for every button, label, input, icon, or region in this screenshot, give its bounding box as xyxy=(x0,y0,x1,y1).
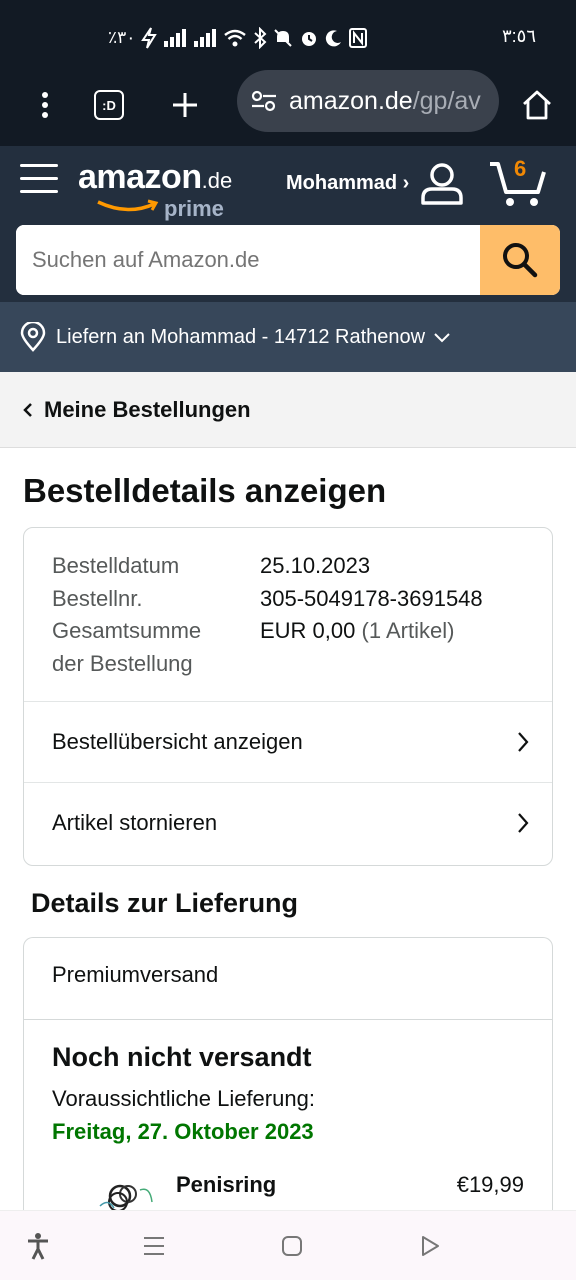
info-value: EUR 0,00 xyxy=(260,618,356,643)
back-icon[interactable] xyxy=(410,1229,450,1263)
delivery-card: Premiumversand Noch nicht versandt Vorau… xyxy=(23,937,553,1257)
amazon-logo[interactable]: amazon.de prime xyxy=(78,158,248,222)
recent-apps-icon[interactable] xyxy=(134,1229,174,1263)
location-pin-icon xyxy=(20,322,46,352)
bluetooth-icon xyxy=(254,27,267,49)
mute-icon xyxy=(274,29,293,47)
home-button-icon[interactable] xyxy=(272,1229,312,1263)
search-icon xyxy=(503,243,538,278)
deliver-to-bar[interactable]: Liefern an Mohammad - 14712 Rathenow xyxy=(0,302,576,372)
nfc-icon xyxy=(349,28,368,48)
signal-icon-2 xyxy=(194,29,217,47)
logo-tld: .de xyxy=(201,168,233,193)
order-info-card: Bestelldatum 25.10.2023 Bestellnr. 305-5… xyxy=(23,527,553,866)
amazon-header: amazon.de prime Mohammad › 6 xyxy=(0,146,576,302)
plus-icon[interactable] xyxy=(160,80,210,130)
tune-icon[interactable] xyxy=(251,90,277,112)
charging-icon xyxy=(141,27,158,49)
info-key: Bestelldatum xyxy=(52,553,180,578)
signal-icon xyxy=(164,29,187,47)
product-name[interactable]: Penisring xyxy=(176,1172,276,1198)
delivery-section-title: Details zur Lieferung xyxy=(31,888,299,918)
info-key: der Bestellung xyxy=(52,650,193,676)
logo-word: amazon xyxy=(78,158,202,196)
link-label: Artikel stornieren xyxy=(52,810,218,835)
link-label: Bestellübersicht anzeigen xyxy=(52,729,303,754)
chevron-right-icon xyxy=(518,813,529,833)
order-info-grid: Bestelldatum 25.10.2023 Bestellnr. 305-5… xyxy=(52,550,483,680)
clock: ٣:٥٦ xyxy=(501,26,536,46)
divider xyxy=(24,1019,552,1020)
user-icon[interactable] xyxy=(420,162,464,206)
info-value-wrap: EUR 0,00 (1 Artikel) xyxy=(260,615,454,648)
info-key: Bestellnr. xyxy=(52,585,143,611)
moon-icon xyxy=(326,30,342,47)
search-input[interactable] xyxy=(16,225,480,295)
info-row: der Bestellung xyxy=(52,648,483,681)
home-icon[interactable] xyxy=(512,80,562,130)
address-bar[interactable]: amazon.de/gp/av xyxy=(237,70,499,132)
chevron-right-icon xyxy=(518,732,529,752)
info-row: Bestelldatum 25.10.2023 xyxy=(52,550,483,583)
info-value: 25.10.2023 xyxy=(260,553,371,578)
logo-prime: prime xyxy=(164,196,224,221)
search-button[interactable] xyxy=(480,225,560,295)
chevron-down-icon xyxy=(434,333,450,343)
cart-count: 6 xyxy=(514,156,527,181)
info-row: Bestellnr. 305-5049178-3691548 xyxy=(52,583,483,616)
eta-label: Voraussichtliche Lieferung: xyxy=(52,1086,315,1111)
info-key: Gesamtsumme xyxy=(52,618,202,643)
tabs-label: :D xyxy=(94,90,124,120)
accessibility-icon[interactable] xyxy=(18,1229,58,1263)
system-nav-bar xyxy=(0,1210,576,1280)
logo-smile xyxy=(97,199,159,212)
tab-switcher-icon[interactable]: :D xyxy=(84,80,134,130)
url-path: /gp/av xyxy=(412,86,481,115)
shipment-status: Noch nicht versandt xyxy=(52,1042,312,1072)
battery-percent: ٪٣٠ xyxy=(108,28,136,47)
status-icons: ٪٣٠ xyxy=(108,24,368,52)
search-bar xyxy=(16,225,560,295)
wifi-icon xyxy=(224,29,247,47)
kebab-menu-icon[interactable] xyxy=(20,80,70,130)
breadcrumb-label: Meine Bestellungen xyxy=(44,396,251,422)
cancel-items-link[interactable]: Artikel stornieren xyxy=(24,782,552,863)
shipping-method: Premiumversand xyxy=(52,962,219,987)
deliver-to-text: Liefern an Mohammad - 14712 Rathenow xyxy=(56,325,426,348)
chevron-left-icon xyxy=(23,402,32,417)
info-value: 305-5049178-3691548 xyxy=(260,585,483,611)
url-host: amazon.de xyxy=(289,86,413,115)
eta-date: Freitag, 27. Oktober 2023 xyxy=(52,1119,314,1144)
breadcrumb[interactable]: Meine Bestellungen xyxy=(0,372,576,448)
info-extra: (1 Artikel) xyxy=(361,618,455,643)
page-title: Bestelldetails anzeigen xyxy=(23,472,387,509)
product-price: €19,99 xyxy=(456,1172,524,1197)
info-row: Gesamtsumme EUR 0,00 (1 Artikel) xyxy=(52,615,483,648)
account-link[interactable]: Mohammad › xyxy=(286,172,409,195)
hamburger-icon[interactable] xyxy=(20,164,58,198)
status-bar: ٪٣٠ ٣:٥٦ xyxy=(0,0,576,70)
view-order-summary-link[interactable]: Bestellübersicht anzeigen xyxy=(24,701,552,782)
browser-toolbar: :D amazon.de/gp/av xyxy=(0,70,576,146)
alarm-icon xyxy=(302,32,317,46)
url-text: amazon.de/gp/av xyxy=(289,87,481,116)
